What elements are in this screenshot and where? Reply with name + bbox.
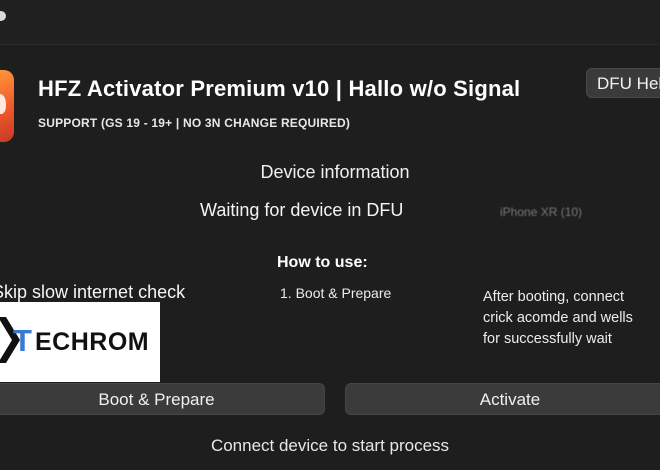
howto-info-line: for successfully wait [483,331,612,347]
techrom-watermark-logo: T ECHROM [0,302,160,382]
footer-status-text: Connect device to start process [210,436,450,455]
watermark-text: ECHROM [35,328,150,356]
boot-prepare-button[interactable]: Boot & Prepare [0,383,325,415]
howto-heading: How to use: [277,254,368,271]
activate-button[interactable]: Activate [345,383,660,415]
app-subtitle: SUPPORT (GS 19 - 19+ | NO 3N CHANGE REQU… [38,116,351,130]
mode-badge-button[interactable]: DFU Hello [586,68,660,98]
howto-step-1: 1. Boot & Prepare [280,285,392,301]
skip-internet-check-option[interactable]: Skip slow internet check [0,282,185,303]
watermark-t-letter: T [13,323,32,358]
app-title: HFZ Activator Premium v10 | Hallo w/o Si… [38,76,521,101]
window-titlebar [0,0,660,45]
app-logo-icon [0,70,14,142]
howto-info-line: crick acomde and wells [483,310,633,326]
howto-info-line: After booting, connect [483,289,625,305]
window-control-dot[interactable] [0,11,6,21]
device-model-text: iPhone XR (10) [500,205,583,219]
device-info-heading: Device information [260,162,410,182]
app-logo-glyph [0,94,6,114]
howto-info-text: After booting, connect crick acomde and … [483,287,660,350]
device-status-text: Waiting for device in DFU [200,200,404,220]
